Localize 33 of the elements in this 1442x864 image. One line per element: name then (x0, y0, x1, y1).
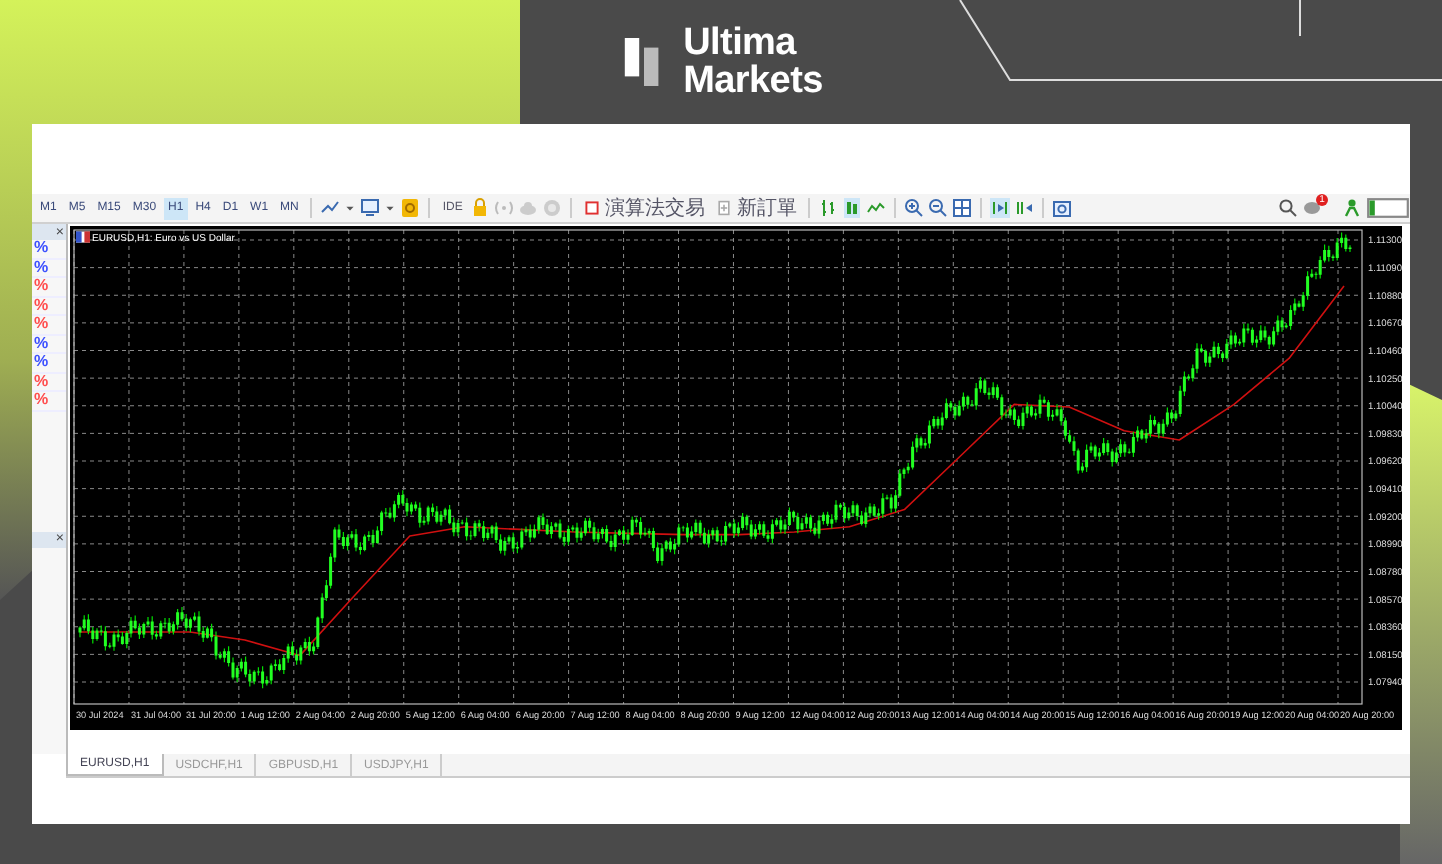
monitor-icon[interactable] (360, 198, 381, 218)
chat-icon (1302, 198, 1322, 218)
caret-icon[interactable] (384, 202, 397, 214)
line-chart-icon[interactable] (320, 198, 341, 218)
change-cell: % (32, 392, 66, 411)
chart-shift-icon[interactable] (1014, 198, 1035, 218)
brand-name: Markets (683, 62, 823, 100)
stop-icon (584, 200, 601, 216)
change-cell: % (32, 354, 66, 373)
zoom-in-icon[interactable] (904, 198, 925, 218)
change-cell: % (32, 297, 66, 316)
candlestick-icon[interactable] (842, 198, 863, 218)
change-cell: % (32, 240, 66, 259)
document-icon (716, 200, 733, 216)
grid-icon[interactable] (952, 198, 973, 218)
search-icon[interactable] (1278, 198, 1298, 218)
change-cell: % (32, 335, 66, 354)
caret-icon[interactable] (344, 202, 357, 214)
zoom-out-icon[interactable] (928, 198, 949, 218)
brand-name: Ultima (683, 24, 799, 62)
person-icon[interactable] (1342, 198, 1362, 218)
change-cell: % (32, 373, 66, 392)
algo-trading-button[interactable]: 演算法交易 (580, 195, 709, 221)
screenshot-icon[interactable] (1052, 198, 1073, 218)
line-chart-icon[interactable] (866, 198, 887, 218)
coin-icon[interactable] (400, 198, 421, 218)
change-cell: % (32, 259, 66, 278)
new-order-button[interactable]: 新訂單 (712, 195, 801, 221)
flag-icon (76, 231, 90, 243)
change-cell: % (32, 278, 66, 297)
auto-scroll-icon[interactable] (990, 198, 1011, 218)
change-cell: % (32, 316, 66, 335)
bar-chart-icon[interactable] (818, 198, 839, 218)
